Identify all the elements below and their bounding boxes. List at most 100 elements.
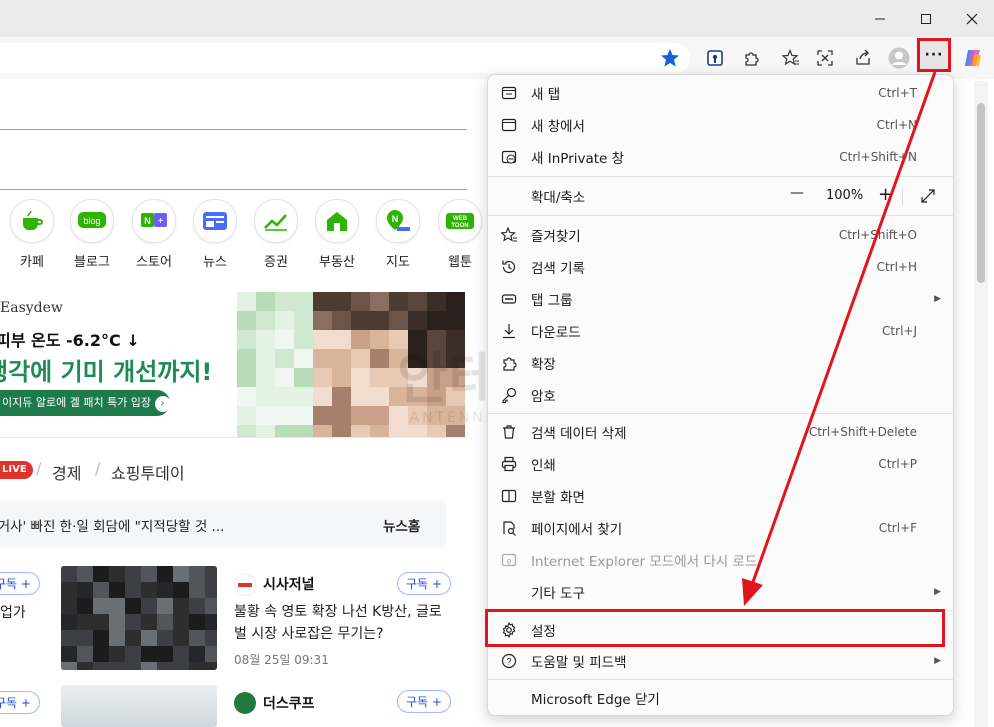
shortcut-map[interactable]: N 지도 <box>368 199 428 270</box>
mosaic-pixel <box>205 598 217 614</box>
menu-item-ie-mode: e Internet Explorer 모드에서 다시 로드 <box>488 544 953 576</box>
favorites-icon[interactable] <box>778 45 804 71</box>
publisher-name[interactable]: 시사저널 <box>263 574 315 594</box>
shortcut-realestate[interactable]: 부동산 <box>307 199 367 270</box>
shortcut-store[interactable]: N + 스토어 <box>124 199 184 270</box>
fullscreen-icon[interactable] <box>920 188 936 204</box>
menu-separator <box>488 610 953 611</box>
mosaic-pixel <box>351 406 370 425</box>
mosaic-pixel <box>93 662 109 670</box>
tab-shopping[interactable]: 쇼핑투데이 <box>111 460 185 484</box>
menu-item-new-window[interactable]: 새 창에서 Ctrl+N <box>488 109 953 141</box>
menu-item-split-screen[interactable]: 분할 화면 <box>488 480 953 512</box>
mosaic-pixel <box>427 330 446 349</box>
shortcut-cafe[interactable]: 카페 <box>2 199 62 270</box>
menu-label: 새 창에서 <box>531 119 585 135</box>
menu-item-find-on-page[interactable]: 페이지에서 찾기 Ctrl+F <box>488 512 953 544</box>
svg-text:N: N <box>392 214 399 224</box>
settings-and-more-button[interactable]: ··· <box>917 38 951 72</box>
scrollbar-thumb[interactable] <box>977 103 985 283</box>
menu-item-clear-browsing-data[interactable]: 검색 데이터 삭제 Ctrl+Shift+Delete <box>488 416 953 448</box>
menu-item-close-edge[interactable]: Microsoft Edge 닫기 <box>488 682 953 714</box>
mosaic-pixel <box>125 598 141 614</box>
mosaic-pixel <box>237 330 256 349</box>
inprivate-icon <box>500 148 518 166</box>
shortcut-label: 카페 <box>20 255 44 270</box>
svg-text:N: N <box>144 216 151 226</box>
ad-cta-button[interactable]: 이지듀 알로에 겔 패치 특가 입장 › <box>0 390 171 416</box>
favorite-star-icon[interactable] <box>660 48 680 68</box>
zoom-out-button[interactable]: — <box>790 185 804 201</box>
publisher-name[interactable]: 더스쿠프 <box>263 693 315 713</box>
extensions-icon[interactable] <box>738 45 764 71</box>
mosaic-pixel <box>189 662 205 670</box>
menu-label: 설정 <box>531 624 556 640</box>
profile-avatar[interactable] <box>886 45 912 71</box>
ad-line1: 피부 온도 -6.2°C ↓ <box>0 331 140 350</box>
news-home-link[interactable]: 뉴스홈 <box>383 515 420 535</box>
subscribe-button[interactable]: 구독 + <box>397 572 451 595</box>
ad-banner[interactable]: Easydew 피부 온도 -6.2°C ↓ 생각에 기미 개선까지! 이지듀 … <box>0 292 467 437</box>
minimize-button[interactable] <box>857 0 903 37</box>
menu-item-more-tools[interactable]: 기타 도구 ▶ <box>488 576 953 608</box>
shortcut-label: 부동산 <box>319 255 355 270</box>
shortcut-webtoon[interactable]: WEB TOON 웹툰 <box>430 199 490 270</box>
mosaic-pixel <box>313 292 332 311</box>
title-bar <box>0 0 994 37</box>
shortcut-stock[interactable]: 증권 <box>246 199 306 270</box>
mosaic-pixel <box>313 406 332 425</box>
menu-item-tab-groups[interactable]: 탭 그룹 ▶ <box>488 283 953 315</box>
copilot-icon[interactable] <box>960 45 986 71</box>
menu-item-history[interactable]: 검색 기록 Ctrl+H <box>488 251 953 283</box>
screenshot-icon[interactable] <box>812 45 838 71</box>
menu-item-passwords[interactable]: 암호 <box>488 379 953 411</box>
article-thumbnail[interactable] <box>61 685 217 727</box>
menu-label: Microsoft Edge 닫기 <box>531 692 660 708</box>
mosaic-pixel <box>173 582 189 598</box>
subscribe-button[interactable]: 구독 + <box>0 572 40 595</box>
article-title-left[interactable]: 업가 <box>0 602 26 622</box>
share-icon[interactable] <box>850 45 876 71</box>
split-screen-icon <box>500 487 518 505</box>
page-scrollbar[interactable] <box>974 81 988 727</box>
mosaic-pixel <box>408 292 427 311</box>
menu-item-print[interactable]: 인쇄 Ctrl+P <box>488 448 953 480</box>
headline-bar[interactable]: '거사' 빠진 한·일 회담에 "지적당할 것 ... 뉴스홈 <box>0 500 446 548</box>
close-window-button[interactable] <box>949 0 994 37</box>
find-icon <box>500 519 518 537</box>
shortcut-label: 블로그 <box>74 255 110 270</box>
trash-icon <box>500 423 518 441</box>
password-manager-icon[interactable] <box>702 45 728 71</box>
headline-text[interactable]: '거사' 빠진 한·일 회담에 "지적당할 것 ... <box>0 515 224 535</box>
mosaic-pixel <box>389 349 408 368</box>
mosaic-pixel <box>205 614 217 630</box>
shortcut-news[interactable]: 뉴스 <box>185 199 245 270</box>
menu-item-extensions[interactable]: 확장 <box>488 347 953 379</box>
menu-item-downloads[interactable]: 다운로드 Ctrl+J <box>488 315 953 347</box>
subscribe-button[interactable]: 구독 + <box>397 690 451 713</box>
menu-item-new-tab[interactable]: 새 탭 Ctrl+T <box>488 77 953 109</box>
mosaic-pixel <box>370 311 389 330</box>
mosaic-pixel <box>109 646 125 662</box>
mosaic-pixel <box>408 330 427 349</box>
zoom-in-button[interactable]: + <box>878 184 893 205</box>
menu-item-favorites[interactable]: 즐겨찾기 Ctrl+Shift+O <box>488 219 953 251</box>
ad-cta-label: 이지듀 알로에 겔 패치 특가 입장 <box>2 396 152 409</box>
address-bar[interactable] <box>0 43 690 73</box>
article-thumbnail[interactable] <box>61 566 217 670</box>
live-badge[interactable]: LIVE <box>0 461 33 479</box>
mosaic-pixel <box>408 311 427 330</box>
tab-economy[interactable]: 경제 <box>52 460 81 484</box>
menu-item-help-feedback[interactable]: ? 도움말 및 피드백 ▶ <box>488 645 953 677</box>
article-title[interactable]: 불황 속 영토 확장 나선 K방산, 글로벌 시장 사로잡은 무기는? <box>234 601 452 645</box>
maximize-button[interactable] <box>903 0 949 37</box>
subscribe-button[interactable]: 구독 + <box>0 691 40 714</box>
mosaic-pixel <box>256 311 275 330</box>
menu-item-new-inprivate[interactable]: 새 InPrivate 창 Ctrl+Shift+N <box>488 141 953 173</box>
shortcut-blog[interactable]: blog 블로그 <box>62 199 122 270</box>
subscribe-label: 구독 <box>0 577 18 591</box>
menu-shortcut: Ctrl+Shift+Delete <box>808 425 917 439</box>
menu-item-settings[interactable]: 설정 <box>488 613 953 647</box>
menu-separator <box>488 679 953 680</box>
mosaic-pixel <box>109 566 125 582</box>
